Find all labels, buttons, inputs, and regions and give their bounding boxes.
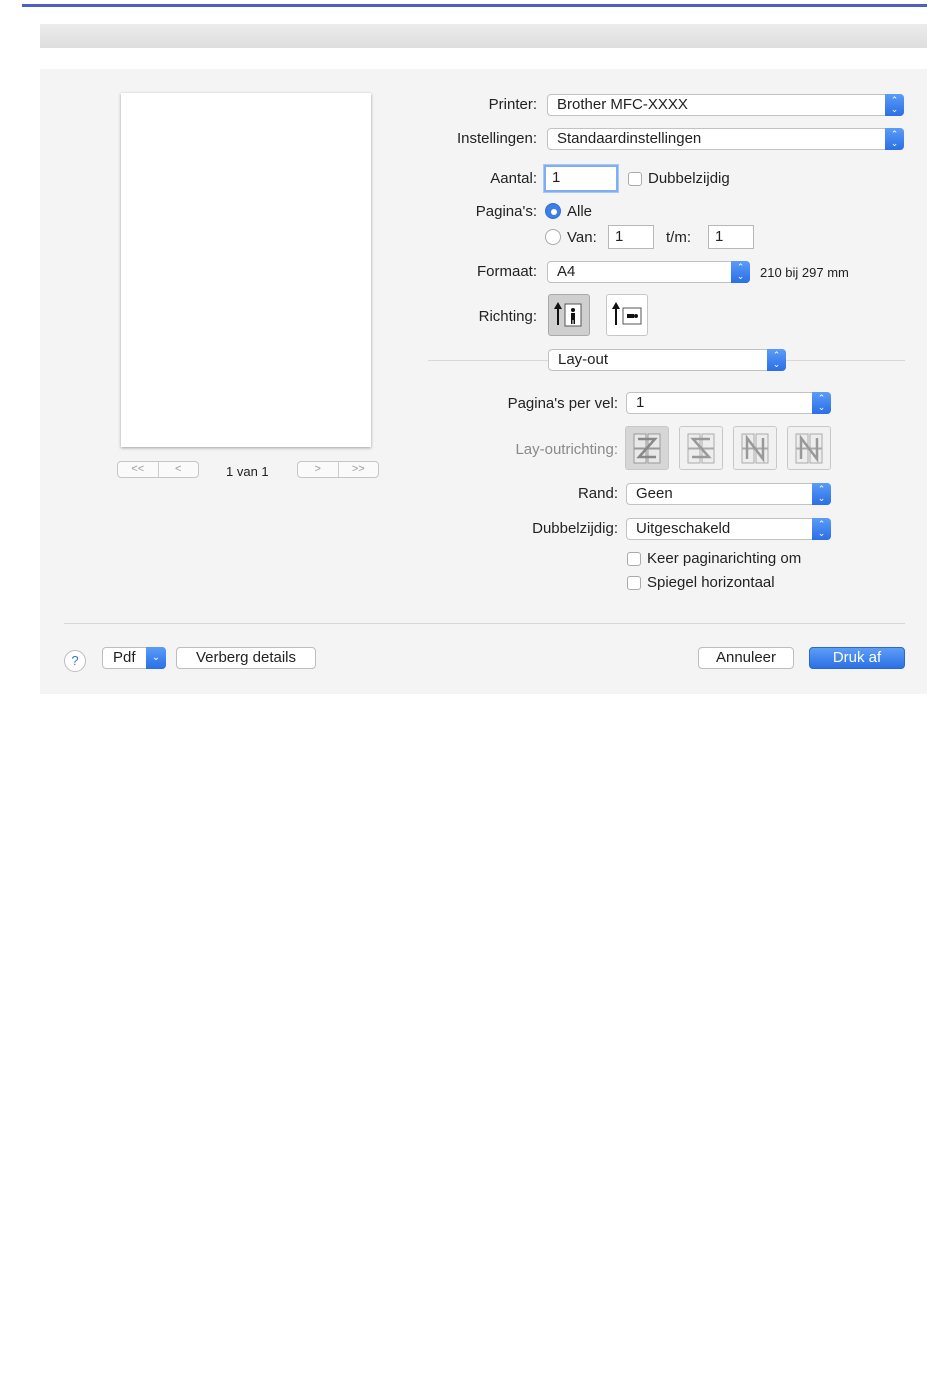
orientation-label: Richting: (478, 308, 537, 325)
reverse-orientation-label: Keer paginarichting om (647, 550, 802, 567)
top-rule (22, 4, 927, 7)
presets-popup[interactable]: Standaardinstellingen ⌃ ⌄ (547, 128, 904, 150)
previous-page-button[interactable]: < (157, 462, 199, 477)
pdf-menu-button[interactable]: Pdf ⌄ (102, 647, 166, 669)
layout-direction-s-button[interactable] (679, 426, 723, 470)
chevron-updown-icon: ⌃ ⌄ (812, 518, 831, 540)
layout-direction-z-button[interactable] (625, 426, 669, 470)
pages-to-label: t/m: (666, 229, 691, 246)
section-value: Lay-out (558, 351, 609, 368)
pages-range-label: Van: (567, 229, 597, 246)
layout-direction-n-reversed-button[interactable] (733, 426, 777, 470)
pdf-label: Pdf (113, 649, 136, 666)
printer-value: Brother MFC-XXXX (557, 96, 688, 113)
pages-per-sheet-label: Pagina's per vel: (507, 395, 618, 412)
footer-separator (64, 623, 905, 624)
chevron-updown-icon: ⌃ ⌄ (731, 261, 750, 283)
window-titlebar (40, 24, 927, 48)
paper-size-popup[interactable]: A4 ⌃ ⌄ (547, 261, 750, 283)
last-page-button[interactable]: >> (337, 462, 379, 477)
preview-back-nav: << < (117, 461, 199, 478)
paper-dimensions: 210 bij 297 mm (760, 265, 849, 280)
print-preview-page (121, 93, 371, 447)
pages-to-input[interactable]: 1 (708, 225, 754, 249)
layout-direction-n-button[interactable] (787, 426, 831, 470)
duplex-checkbox[interactable] (628, 172, 642, 186)
landscape-orientation-icon (612, 302, 642, 325)
pages-from-input[interactable]: 1 (608, 225, 654, 249)
two-sided-popup[interactable]: Uitgeschakeld ⌃ ⌄ (626, 518, 831, 540)
presets-value: Standaardinstellingen (557, 130, 702, 147)
chevron-updown-icon: ⌃ ⌄ (812, 483, 831, 505)
reverse-orientation-checkbox[interactable] (627, 552, 641, 566)
printer-label: Printer: (488, 96, 537, 113)
orientation-portrait-button[interactable] (548, 294, 590, 336)
first-page-button[interactable]: << (118, 462, 158, 477)
section-popup[interactable]: Lay-out ⌃ ⌄ (548, 349, 786, 371)
help-button[interactable]: ? (64, 650, 86, 672)
chevron-updown-icon: ⌃ ⌄ (812, 392, 831, 414)
pages-per-sheet-popup[interactable]: 1 ⌃ ⌄ (626, 392, 831, 414)
orientation-landscape-button[interactable] (606, 294, 648, 336)
print-button[interactable]: Druk af (809, 647, 905, 669)
layout-n-icon (795, 433, 823, 464)
layout-s-icon (687, 433, 715, 464)
presets-label: Instellingen: (456, 130, 537, 147)
layout-z-icon (633, 433, 661, 464)
border-label: Rand: (577, 485, 618, 502)
two-sided-value: Uitgeschakeld (636, 520, 731, 537)
printer-popup[interactable]: Brother MFC-XXXX ⌃ ⌄ (547, 94, 904, 116)
layout-n-reversed-icon (741, 433, 769, 464)
page-indicator: 1 van 1 (226, 464, 269, 479)
portrait-orientation-icon (554, 302, 582, 327)
layout-direction-label: Lay-outrichting: (515, 441, 618, 458)
copies-label: Aantal: (490, 170, 537, 187)
flip-horizontal-label: Spiegel horizontaal (647, 574, 775, 591)
chevron-down-icon: ⌄ (146, 647, 166, 669)
pages-per-sheet-value: 1 (636, 394, 645, 411)
preview-forward-nav: > >> (297, 461, 379, 478)
next-page-button[interactable]: > (298, 462, 338, 477)
border-value: Geen (636, 485, 673, 502)
chevron-updown-icon: ⌃ ⌄ (885, 128, 904, 150)
chevron-updown-icon: ⌃ ⌄ (885, 94, 904, 116)
pages-label: Pagina's: (475, 203, 537, 220)
duplex-label: Dubbelzijdig (648, 170, 730, 187)
pages-all-radio[interactable] (545, 203, 561, 219)
copies-input[interactable]: 1 (544, 165, 618, 192)
flip-horizontal-checkbox[interactable] (627, 576, 641, 590)
border-popup[interactable]: Geen ⌃ ⌄ (626, 483, 831, 505)
paper-size-value: A4 (557, 263, 576, 280)
hide-details-button[interactable]: Verberg details (176, 647, 316, 669)
pages-all-label: Alle (567, 203, 593, 220)
cancel-button[interactable]: Annuleer (698, 647, 794, 669)
chevron-updown-icon: ⌃ ⌄ (767, 349, 786, 371)
paper-size-label: Formaat: (476, 263, 537, 280)
two-sided-label: Dubbelzijdig: (532, 520, 618, 537)
pages-range-radio[interactable] (545, 229, 561, 245)
